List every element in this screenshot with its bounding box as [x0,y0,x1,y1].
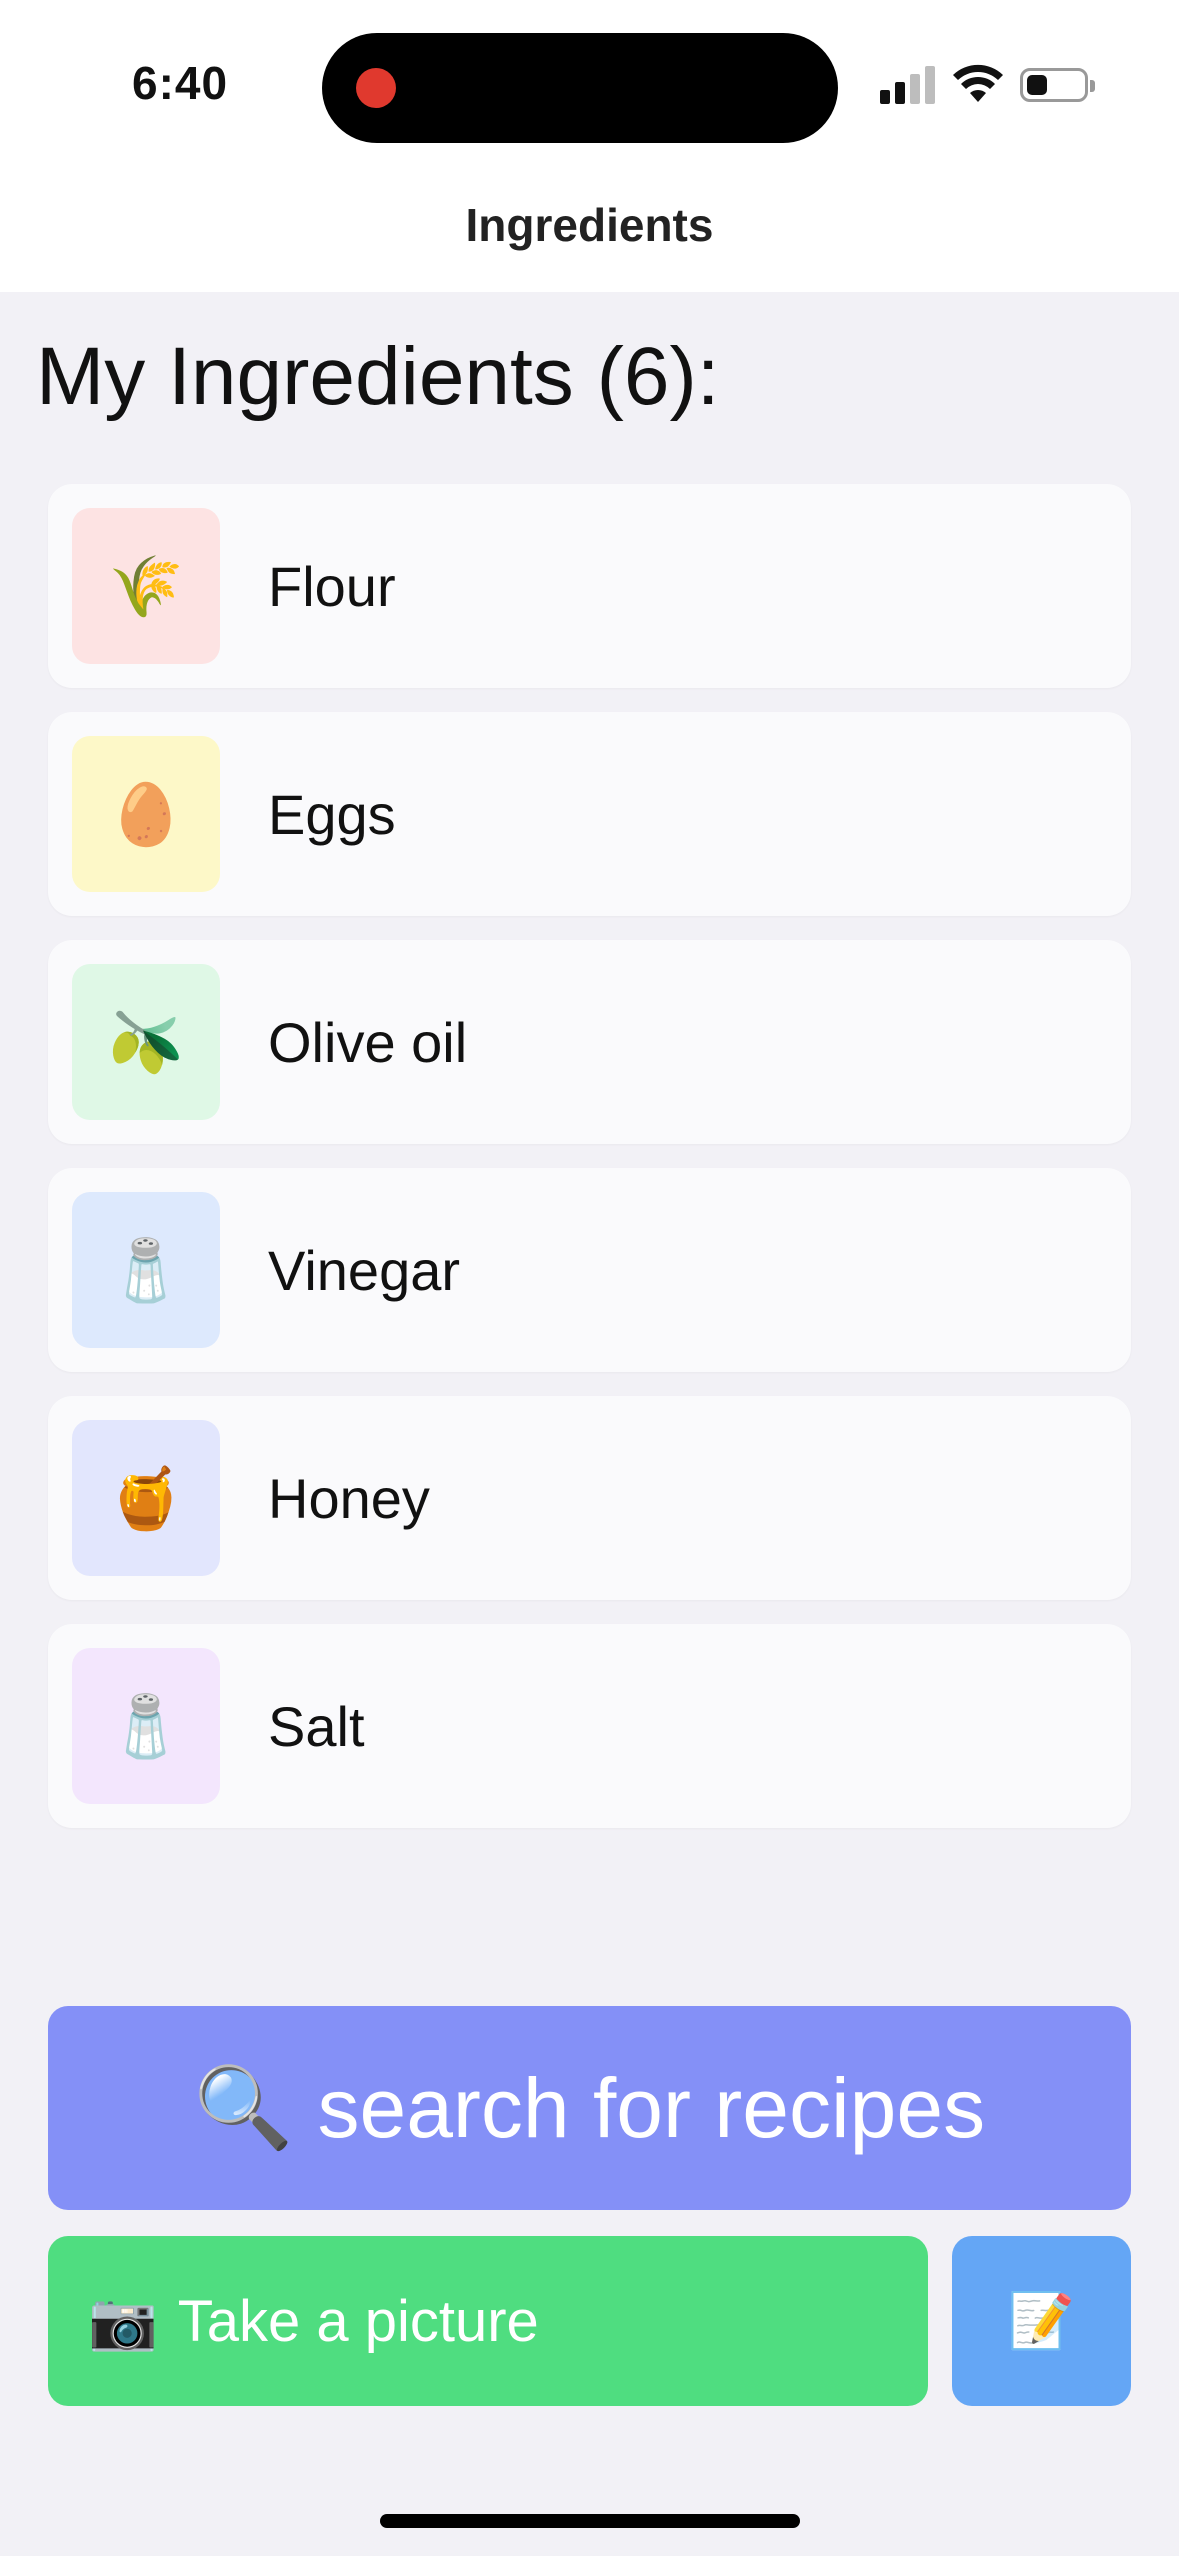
battery-icon [1020,68,1095,102]
salt-shaker-icon: 🧂 [72,1192,220,1348]
ingredient-label: Flour [268,554,396,618]
take-picture-button[interactable]: 📷 Take a picture [48,2236,928,2406]
page-title: My Ingredients (6): [36,331,720,422]
camera-icon: 📷 [88,2289,158,2352]
status-time: 6:40 [132,57,229,109]
wifi-icon [953,64,1003,102]
search-recipes-button[interactable]: 🔍 search for recipes [48,2006,1131,2210]
ingredient-row[interactable]: 🫒 Olive oil [48,940,1131,1144]
ingredient-row[interactable]: 🌾 Flour [48,484,1131,688]
ingredient-label: Vinegar [268,1238,461,1302]
ingredient-label: Honey [268,1466,430,1530]
status-icons [880,64,1100,112]
ingredient-row[interactable]: 🧂 Vinegar [48,1168,1131,1372]
cellular-signal-icon [880,64,940,104]
ingredient-label: Salt [268,1694,365,1758]
recording-indicator [356,68,396,108]
ingredients-screen: 6:40 Ingredients My Ingredients (6): 🌾 F… [0,0,1179,2556]
ingredient-row[interactable]: 🍯 Honey [48,1396,1131,1600]
honey-pot-icon: 🍯 [72,1420,220,1576]
ingredient-list: 🌾 Flour 🥚 Eggs 🫒 Olive oil 🧂 Vinegar 🍯 Honey 🧂 Salt [48,484,1131,1852]
salt-shaker-icon: 🧂 [72,1648,220,1804]
home-indicator[interactable] [380,2514,800,2528]
search-recipes-label: search for recipes [317,2060,986,2155]
olive-icon: 🫒 [72,964,220,1120]
manual-entry-button[interactable]: 📝 [952,2236,1131,2406]
top-bar: 6:40 Ingredients [0,0,1179,292]
nav-title: Ingredients [465,199,714,251]
ingredient-label: Eggs [268,782,396,846]
ingredient-label: Olive oil [268,1010,468,1074]
rice-sheaf-icon: 🌾 [72,508,220,664]
dynamic-island [322,33,838,143]
egg-icon: 🥚 [72,736,220,892]
take-picture-label: Take a picture [177,2288,539,2354]
memo-icon: 📝 [1007,2290,1076,2351]
magnifying-glass-icon: 🔍 [193,2063,294,2152]
ingredient-row[interactable]: 🥚 Eggs [48,712,1131,916]
ingredient-row[interactable]: 🧂 Salt [48,1624,1131,1828]
